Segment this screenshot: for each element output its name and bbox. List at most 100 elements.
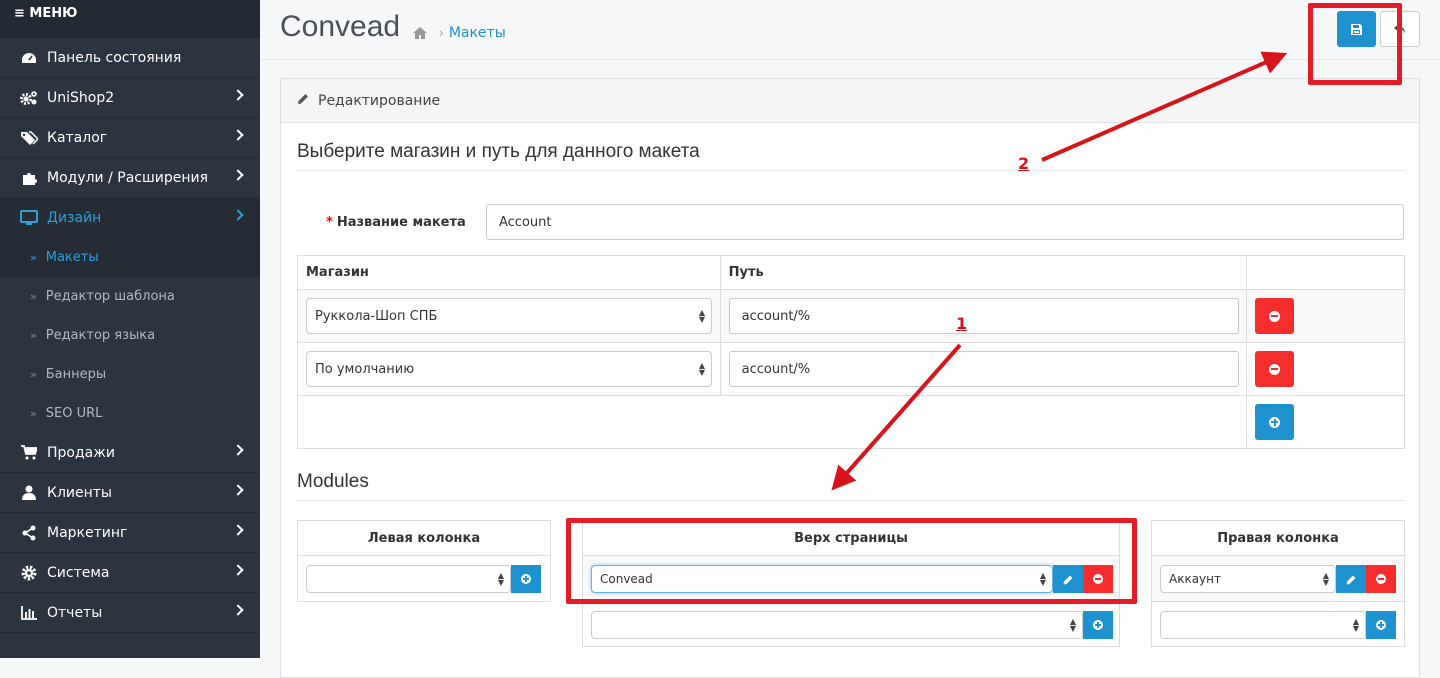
monitor-icon	[20, 209, 38, 226]
sidebar-subitem-layouts[interactable]: » Макеты	[0, 238, 260, 277]
remove-row-button[interactable]	[1255, 351, 1295, 387]
sidebar-item-sales[interactable]: Продажи	[0, 433, 260, 473]
module-select[interactable]: Аккаунт ▲ ▼	[1160, 565, 1336, 593]
chevron-right-icon	[232, 484, 244, 496]
empty-cell	[296, 395, 1248, 449]
sidebar-subitem-theme-editor[interactable]: » Редактор шаблона	[0, 277, 260, 316]
sidebar-item-customers[interactable]: Клиенты	[0, 473, 260, 513]
share-icon	[20, 525, 38, 541]
sidebar-item-system[interactable]: Система	[0, 553, 260, 593]
chevron-right-icon	[232, 604, 244, 616]
sidebar-subitem-banners[interactable]: » Баннеры	[0, 355, 260, 394]
user-icon	[20, 485, 38, 501]
edit-module-button[interactable]	[1336, 565, 1366, 593]
sidebar-subitem-label: Макеты	[45, 250, 99, 265]
plus-circle-icon	[1376, 620, 1386, 630]
cogs-icon	[20, 90, 38, 106]
sidebar-subitem-label: Редактор шаблона	[45, 289, 175, 304]
add-module-button[interactable]	[511, 565, 541, 593]
cart-icon	[20, 445, 38, 461]
table-row: Руккола-Шоп СПБ ▲ ▼ account/%	[297, 289, 1405, 343]
action-cell	[1246, 395, 1405, 449]
path-input[interactable]: account/%	[728, 351, 1239, 387]
double-chevron-icon: »	[30, 368, 37, 381]
right-column-header: Правая колонка	[1152, 521, 1404, 556]
double-chevron-icon: »	[30, 407, 37, 420]
minus-circle-icon	[1269, 310, 1281, 322]
chevron-right-icon	[232, 564, 244, 576]
double-chevron-icon: »	[30, 329, 37, 342]
sidebar-item-label: Панель состояния	[47, 49, 182, 66]
sidebar-item-reports[interactable]: Отчеты	[0, 593, 260, 633]
module-select[interactable]: ▲ ▼	[306, 565, 511, 593]
path-input[interactable]: account/%	[728, 298, 1239, 334]
sidebar-item-label: Маркетинг	[47, 524, 128, 541]
plus-circle-icon	[521, 574, 531, 584]
home-icon[interactable]	[412, 26, 428, 40]
module-row: Аккаунт ▲ ▼	[1152, 556, 1404, 602]
add-module-button[interactable]	[1366, 611, 1396, 639]
page-header: Convead › Макеты	[260, 0, 1440, 60]
sidebar-item-marketing[interactable]: Маркетинг	[0, 513, 260, 553]
menu-header[interactable]: ≡ МЕНЮ	[0, 0, 260, 38]
sidebar-subitem-label: Редактор языка	[45, 328, 156, 343]
breadcrumb: › Макеты	[412, 25, 506, 41]
module-add-select[interactable]: ▲ ▼	[1160, 611, 1366, 639]
divider	[297, 170, 1405, 171]
dashboard-icon	[20, 50, 38, 66]
sidebar-item-label: Клиенты	[47, 484, 112, 501]
select-arrows-icon: ▲ ▼	[1352, 617, 1360, 633]
path-cell: account/%	[719, 289, 1248, 343]
chevron-right-icon	[232, 524, 244, 536]
annotation-number-1: 1	[956, 314, 968, 333]
select-arrows-icon: ▲ ▼	[497, 571, 505, 587]
layout-name-label: * Название макета	[326, 215, 466, 230]
chevron-right-icon	[232, 169, 244, 181]
tags-icon	[20, 130, 38, 146]
left-column-box: Левая колонка ▲ ▼	[297, 520, 551, 602]
right-column-box: Правая колонка Аккаунт ▲ ▼ ▲ ▼	[1151, 520, 1405, 647]
panel-heading-label: Редактирование	[318, 92, 441, 109]
divider	[297, 500, 1405, 501]
sidebar-item-label: Отчеты	[47, 604, 103, 621]
double-chevron-icon: »	[30, 290, 37, 303]
breadcrumb-link-layouts[interactable]: Макеты	[449, 25, 506, 41]
pencil-icon	[1346, 570, 1356, 589]
left-column-header: Левая колонка	[298, 521, 550, 556]
double-chevron-icon: »	[30, 251, 37, 264]
layout-name-input[interactable]: Account	[486, 204, 1404, 240]
path-cell: account/%	[719, 342, 1248, 396]
modules-title: Modules	[297, 471, 369, 492]
sidebar-item-modules[interactable]: Модули / Расширения	[0, 158, 260, 198]
sidebar-subitem-label: SEO URL	[45, 406, 103, 421]
sidebar-subitem-language-editor[interactable]: » Редактор языка	[0, 316, 260, 355]
annotation-number-2: 2	[1018, 154, 1030, 173]
chevron-right-icon	[232, 89, 244, 101]
sidebar-subitem-seo-url[interactable]: » SEO URL	[0, 394, 260, 433]
panel-heading: Редактирование	[281, 79, 1419, 123]
chevron-right-icon	[232, 209, 244, 221]
sidebar-item-label: Модули / Расширения	[47, 169, 209, 186]
add-row-button[interactable]	[1255, 404, 1295, 440]
remove-row-button[interactable]	[1255, 298, 1295, 334]
module-row: ▲ ▼	[583, 602, 1119, 648]
add-module-button[interactable]	[1083, 611, 1113, 639]
action-cell	[1246, 289, 1405, 343]
sidebar-item-unishop2[interactable]: UniShop2	[0, 78, 260, 118]
remove-module-button[interactable]	[1366, 565, 1396, 593]
store-select[interactable]: Руккола-Шоп СПБ ▲ ▼	[306, 298, 712, 334]
sidebar-item-design[interactable]: Дизайн	[0, 198, 260, 238]
select-arrows-icon: ▲ ▼	[1069, 617, 1077, 633]
section-title: Выберите магазин и путь для данного маке…	[297, 141, 700, 162]
main-content: Convead › Макеты Редактирование Выберите…	[260, 0, 1440, 678]
column-header-store: Магазин	[297, 255, 721, 290]
select-arrows-icon: ▲ ▼	[698, 308, 706, 324]
column-header-actions	[1246, 255, 1405, 290]
sidebar-item-label: Дизайн	[47, 209, 102, 226]
table-row	[296, 395, 1405, 449]
sidebar-item-catalog[interactable]: Каталог	[0, 118, 260, 158]
store-cell: Руккола-Шоп СПБ ▲ ▼	[297, 289, 721, 343]
store-select[interactable]: По умолчанию ▲ ▼	[306, 351, 712, 387]
sidebar-item-dashboard[interactable]: Панель состояния	[0, 38, 260, 78]
module-add-select[interactable]: ▲ ▼	[591, 611, 1083, 639]
